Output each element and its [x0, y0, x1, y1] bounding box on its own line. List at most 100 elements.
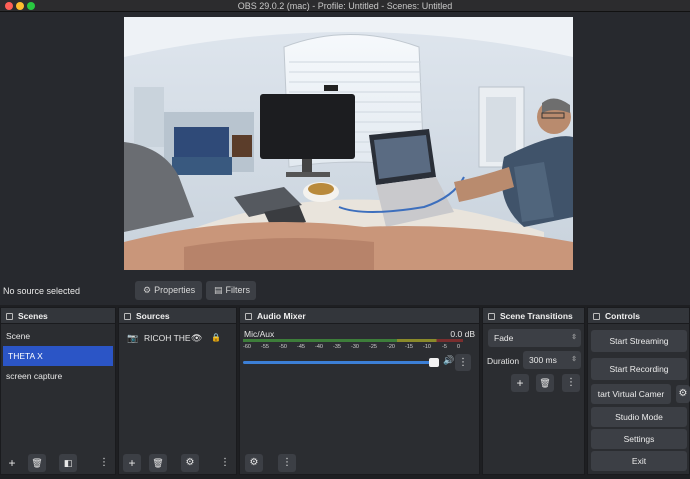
tick-label: -30 [351, 344, 359, 350]
camera-icon: 📷 [127, 333, 139, 343]
channel-name: Mic/Aux [244, 329, 275, 339]
exit-button[interactable]: Exit [591, 451, 687, 471]
preview-area[interactable] [0, 12, 690, 278]
transition-select[interactable]: Fade ⇳ [488, 329, 581, 347]
window-title: OBS 29.0.2 (mac) - Profile: Untitled - S… [237, 1, 453, 11]
controls-header[interactable]: Controls [588, 308, 689, 324]
transitions-icon [488, 313, 495, 320]
channel-more-button[interactable]: ⋮ [455, 354, 471, 371]
start-recording-button[interactable]: Start Recording [591, 358, 687, 380]
volume-meter [243, 339, 463, 342]
filters-button[interactable]: ▤ Filters [206, 281, 256, 300]
sources-title: Sources [136, 311, 170, 321]
speaker-icon[interactable]: 🔊 [443, 355, 454, 366]
remove-source-button[interactable]: 🗑 [149, 454, 167, 472]
scene-item-selected[interactable]: THETA X [3, 346, 113, 366]
start-streaming-button[interactable]: Start Streaming [591, 330, 687, 352]
kebab-menu-icon: ⋮ [566, 377, 576, 388]
virtual-camera-settings-button[interactable]: ⚙ [676, 385, 690, 403]
sources-icon [124, 313, 131, 320]
tick-label: -15 [405, 344, 413, 350]
filter-icon: ◧ [63, 458, 73, 468]
scene-item[interactable]: Scene [1, 326, 115, 346]
gear-icon: ⚙ [185, 457, 195, 468]
gear-icon: ⚙ [143, 285, 152, 295]
scenes-header[interactable]: Scenes [1, 308, 115, 324]
tick-label: -55 [261, 344, 269, 350]
filter-icon: ▤ [214, 285, 223, 295]
kebab-menu-icon: ⋮ [99, 457, 109, 468]
remove-transition-button[interactable]: 🗑 [536, 374, 554, 392]
kebab-menu-icon: ⋮ [220, 457, 230, 468]
studio-mode-button[interactable]: Studio Mode [591, 407, 687, 427]
audio-mixer-icon [245, 313, 252, 320]
sources-footer: + 🗑 ⚙ ⋮ [119, 452, 236, 474]
scene-transitions-title: Scene Transitions [500, 311, 573, 321]
source-name: RICOH THE [144, 333, 191, 343]
properties-button[interactable]: ⚙ Properties [135, 281, 202, 300]
start-virtual-camera-button[interactable]: tart Virtual Camer [591, 384, 671, 404]
transition-more-button[interactable]: ⋮ [562, 374, 580, 392]
scenes-footer: + 🗑 ◧ ⋮ [1, 452, 115, 474]
sources-dock: Sources 📷 RICOH THE 👁 🔒 + 🗑 ⚙ ⋮ [118, 307, 237, 475]
kebab-menu-icon: ⋮ [458, 357, 468, 368]
tick-label: -35 [333, 344, 341, 350]
gear-icon: ⚙ [249, 457, 259, 468]
add-scene-button[interactable]: + [3, 454, 21, 472]
duration-spinbox[interactable]: 300 ms ⇳ [523, 351, 581, 369]
scenes-title: Scenes [18, 311, 48, 321]
trash-icon: 🗑 [152, 458, 164, 468]
controls-dock: Controls Start Streaming Start Recording… [587, 307, 690, 475]
volume-slider-track[interactable] [243, 361, 437, 364]
filters-label: Filters [225, 285, 251, 295]
controls-title: Controls [605, 311, 640, 321]
properties-label: Properties [154, 285, 196, 295]
source-more-button[interactable]: ⋮ [216, 454, 234, 472]
audio-more-button[interactable]: ⋮ [278, 454, 296, 472]
updown-chevron-icon: ⇳ [571, 334, 577, 341]
tick-label: 0 [457, 344, 461, 350]
scene-filters-button[interactable]: ◧ [59, 454, 77, 472]
title-bar: OBS 29.0.2 (mac) - Profile: Untitled - S… [0, 0, 690, 12]
scene-item[interactable]: screen capture [1, 366, 115, 386]
preview-image [124, 17, 573, 270]
duration-value: 300 ms [529, 355, 557, 365]
controls-icon [593, 313, 600, 320]
updown-chevron-icon: ⇳ [571, 356, 577, 363]
status-bar [0, 475, 690, 479]
settings-button[interactable]: Settings [591, 429, 687, 449]
tick-label: -60 [243, 344, 251, 350]
advanced-audio-button[interactable]: ⚙ [245, 454, 263, 472]
add-transition-button[interactable]: + [511, 374, 529, 392]
tick-label: -20 [387, 344, 395, 350]
scenes-dock: Scenes Scene THETA X screen capture + 🗑 … [0, 307, 116, 475]
source-properties-button[interactable]: ⚙ [181, 454, 199, 472]
duration-label: Duration [487, 356, 520, 366]
tick-label: -45 [297, 344, 305, 350]
source-toolbar: No source selected ⚙ Properties ▤ Filters [0, 278, 690, 305]
source-item[interactable]: 📷 RICOH THE 👁 🔒 [119, 328, 239, 348]
trash-icon: 🗑 [31, 458, 43, 468]
lock-icon[interactable]: 🔒 [211, 328, 221, 348]
audio-footer: ⚙ ⋮ [240, 452, 479, 474]
eye-icon[interactable]: 👁 [191, 328, 202, 348]
channel-level: 0.0 dB [450, 329, 475, 339]
audio-mixer-dock: Audio Mixer Mic/Aux 0.0 dB -60 -55 -50 -… [239, 307, 480, 475]
tick-label: -25 [369, 344, 377, 350]
sources-header[interactable]: Sources [119, 308, 236, 324]
trash-icon: 🗑 [539, 378, 551, 388]
no-source-label: No source selected [3, 286, 81, 296]
scene-more-button[interactable]: ⋮ [95, 454, 113, 472]
gear-icon: ⚙ [678, 388, 688, 399]
tick-label: -50 [279, 344, 287, 350]
transition-value: Fade [494, 333, 514, 343]
scene-transitions-header[interactable]: Scene Transitions [483, 308, 584, 324]
remove-scene-button[interactable]: 🗑 [28, 454, 46, 472]
audio-mixer-header[interactable]: Audio Mixer [240, 308, 479, 324]
volume-slider-handle[interactable] [429, 358, 439, 367]
add-source-button[interactable]: + [123, 454, 141, 472]
tick-label: -10 [423, 344, 431, 350]
program-preview[interactable] [124, 17, 573, 270]
scene-transitions-dock: Scene Transitions Fade ⇳ Duration 300 ms… [482, 307, 585, 475]
audio-mixer-title: Audio Mixer [257, 311, 306, 321]
